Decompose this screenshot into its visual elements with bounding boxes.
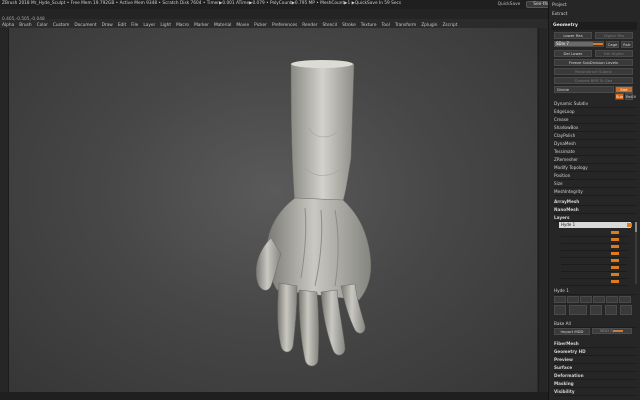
mdd-speed-label: MDD Speed [600, 328, 623, 333]
layer-slot[interactable] [561, 244, 627, 251]
menu-bar: Alpha Brush Color Custom Document Draw Edit Fil… [0, 9, 548, 28]
layer-name-field[interactable]: Hyde 1 [559, 222, 631, 228]
subsection-dynamic-subdiv[interactable]: Dynamic Subdiv [554, 100, 637, 108]
layer-intensity-indicator [611, 266, 619, 269]
layer-intensity-indicator [611, 259, 619, 262]
rstr-button[interactable]: Rstr [621, 41, 633, 48]
layer-merge-button[interactable] [605, 305, 617, 315]
layer-intensity-indicator [611, 238, 619, 241]
layer-delete-button[interactable] [620, 305, 632, 315]
subsection-dynamesh[interactable]: DynaMesh [554, 140, 637, 148]
subsection-meshintegrity[interactable]: MeshIntegrity [554, 188, 637, 196]
status-info: ZBrush 2018 Mr_Hyde_Sculpt • Free Mem 19… [2, 1, 402, 6]
bottom-shelf [0, 392, 548, 400]
geometry-section[interactable]: Geometry [551, 22, 637, 30]
subsection-shadowbox[interactable]: ShadowBox [554, 124, 637, 132]
subsection-claypolish[interactable]: ClayPolish [554, 132, 637, 140]
subsection-arraymesh[interactable]: ArrayMesh [554, 198, 637, 206]
smt-toggle[interactable]: Smt [615, 86, 633, 93]
subsection-tessimate[interactable]: Tessimate [554, 148, 637, 156]
layer-new-button[interactable] [554, 305, 566, 315]
subsection-modify-topology[interactable]: Modify Topology [554, 164, 637, 172]
higher-res-button[interactable]: Higher Res [595, 32, 633, 39]
layer-intensity-indicator [611, 231, 619, 234]
project-menu[interactable]: Project [552, 2, 636, 9]
layer-slot[interactable] [561, 230, 627, 237]
subsection-position[interactable]: Position [554, 172, 637, 180]
subsection-zremesher[interactable]: ZRemesher [554, 156, 637, 164]
freeze-subdiv-button[interactable]: Freeze SubDivision Levels [554, 59, 633, 66]
section-visibility[interactable]: Visibility [554, 388, 637, 396]
hand-sculpt [255, 60, 372, 367]
layer-slot[interactable] [561, 265, 627, 272]
layer-slot[interactable] [561, 237, 627, 244]
layer-intensity-indicator [611, 252, 619, 255]
layer-button-5[interactable] [606, 296, 618, 303]
section-geometry-hd[interactable]: Geometry HD [554, 348, 637, 356]
layer-footer-name: Hyde 1 [554, 287, 637, 295]
canvas-viewport[interactable] [9, 28, 537, 392]
del-higher-button[interactable]: Del Higher [595, 50, 633, 57]
layer-intensity-indicator [611, 280, 619, 283]
layer-button-6[interactable] [619, 296, 631, 303]
section-surface[interactable]: Surface [554, 364, 637, 372]
layer-dup-button[interactable] [590, 305, 602, 315]
layer-intensity-indicator [611, 273, 619, 276]
import-mdd-button[interactable]: Import MDD [554, 328, 590, 335]
layer-rec-button[interactable] [569, 305, 587, 315]
cage-button[interactable]: Cage [606, 41, 619, 48]
del-lower-button[interactable]: Del Lower [554, 50, 592, 57]
layer-record-icon[interactable] [627, 223, 632, 227]
layer-button-1[interactable] [554, 296, 566, 303]
divide-button[interactable]: Divide [554, 86, 614, 93]
reconstruct-subdiv-button[interactable]: Reconstruct Subdiv [554, 68, 633, 75]
layer-slot[interactable] [561, 279, 627, 286]
section-fibermesh[interactable]: FiberMesh [554, 340, 637, 348]
reuv-button[interactable]: ReUV [625, 93, 636, 100]
bake-all-button[interactable]: Bake All [554, 320, 637, 328]
layer-intensity-indicator [611, 245, 619, 248]
layer-scrollbar[interactable] [635, 222, 637, 284]
left-shelf [0, 28, 9, 392]
subsection-crease[interactable]: Crease [554, 116, 637, 124]
layers-section[interactable]: Layers [554, 214, 637, 222]
subsection-size[interactable]: Size [554, 180, 637, 188]
layer-button-3[interactable] [580, 296, 592, 303]
layer-slot[interactable] [561, 272, 627, 279]
layer-button-2[interactable] [567, 296, 579, 303]
section-deformation[interactable]: Deformation [554, 372, 637, 380]
section-masking[interactable]: Masking [554, 380, 637, 388]
suv-toggle[interactable]: Suv [615, 93, 624, 100]
section-preview[interactable]: Preview [554, 356, 637, 364]
lower-res-button[interactable]: Lower Res [554, 32, 592, 39]
right-shelf [538, 28, 547, 392]
subsection-edgeloop[interactable]: EdgeLoop [554, 108, 637, 116]
subsection-nanomesh[interactable]: NanoMesh [554, 206, 637, 214]
extract-menu[interactable]: Extract [552, 11, 636, 18]
convert-bpr-button[interactable]: Convert BPR To Geo [554, 77, 633, 84]
sdiv-label: SDiv 7 [556, 41, 569, 46]
right-tray: Project Extract Geometry Lower Res Highe… [548, 0, 640, 400]
layer-slot[interactable] [561, 258, 627, 265]
quicksave-button[interactable]: QuickSave [498, 2, 521, 7]
layer-slot[interactable] [561, 251, 627, 258]
layer-button-4[interactable] [593, 296, 605, 303]
coordinates-readout: 0.405,-0.505,-0.048 [2, 17, 45, 22]
